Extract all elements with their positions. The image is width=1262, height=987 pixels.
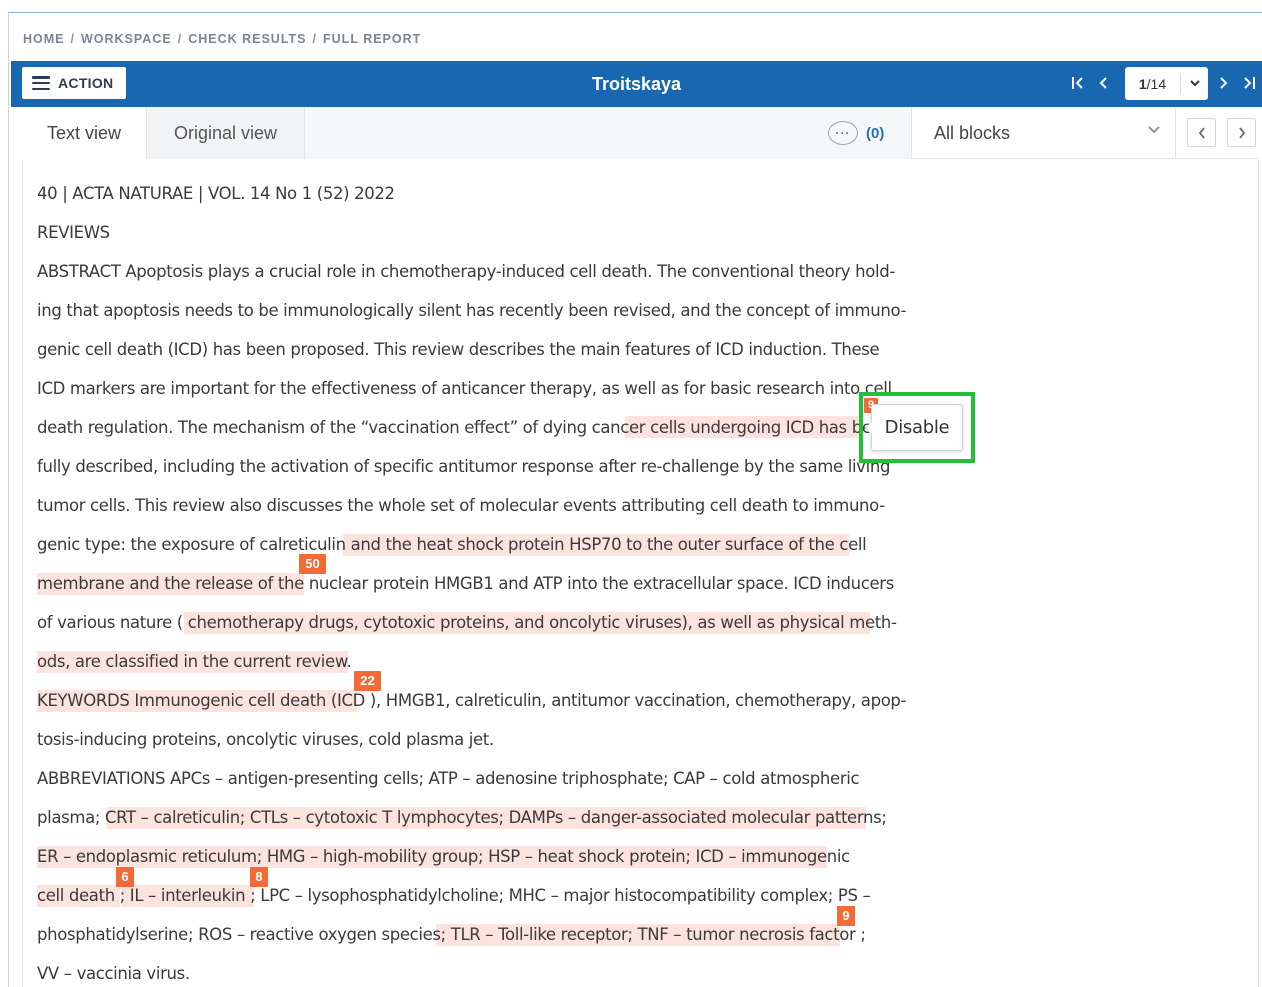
text-line: genic type: the exposure of calreticulin… xyxy=(37,535,867,554)
chevron-right-icon xyxy=(1238,126,1245,139)
last-page-icon[interactable] xyxy=(1241,72,1257,101)
source-badge[interactable]: 8 xyxy=(250,867,268,887)
text-line: plasma; CRT – calreticulin; CTLs – cytot… xyxy=(37,808,887,827)
prev-block-button[interactable] xyxy=(1187,118,1216,147)
first-page-icon[interactable] xyxy=(1070,72,1086,101)
text-line: tosis-inducing proteins, oncolytic virus… xyxy=(37,730,494,749)
tab-text-view[interactable]: Text view xyxy=(22,107,147,159)
next-block-button[interactable] xyxy=(1227,118,1256,147)
disable-match-button[interactable]: Disable xyxy=(865,404,963,451)
text-line: death regulation. The mechanism of the “… xyxy=(37,418,892,437)
page-total: /14 xyxy=(1146,75,1167,92)
text-line: ICD markers are important for the effect… xyxy=(37,379,892,398)
view-tabs-bar: Text view Original view ··· (0) All bloc… xyxy=(22,107,1259,159)
report-toolbar: ACTION Troitskaya 1/14 xyxy=(11,61,1262,107)
prev-page-icon[interactable] xyxy=(1097,72,1109,101)
text-line: phosphatidylserine; ROS – reactive oxyge… xyxy=(37,925,866,944)
comments-count: (0) xyxy=(866,124,885,142)
breadcrumb-full-report: FULL REPORT xyxy=(323,32,422,46)
breadcrumb-separator: / xyxy=(312,32,318,46)
text-line: tumor cells. This review also discusses … xyxy=(37,496,885,515)
text-line: cell death ; IL – interleukin ; LPC – ly… xyxy=(37,886,871,905)
source-badge[interactable]: 9 xyxy=(837,906,855,926)
source-badge[interactable]: 50 xyxy=(299,554,326,574)
text-line: of various nature ( chemotherapy drugs, … xyxy=(37,613,897,632)
action-menu-button[interactable]: ACTION xyxy=(22,67,126,99)
text-line: genic cell death (ICD) has been proposed… xyxy=(37,340,880,359)
tabs-filler xyxy=(305,107,910,159)
text-line: ABSTRACT Apoptosis plays a crucial role … xyxy=(37,262,895,281)
breadcrumb-check-results[interactable]: CHECK RESULTS xyxy=(188,32,306,46)
text-line: ods, are classified in the current revie… xyxy=(37,652,352,671)
source-badge[interactable]: 22 xyxy=(354,671,381,691)
action-label: ACTION xyxy=(58,75,114,91)
text-line: ing that apoptosis needs to be immunolog… xyxy=(37,301,907,320)
text-line: membrane and the release of the nuclear … xyxy=(37,574,894,593)
focus-highlight-frame: Disable xyxy=(859,392,975,463)
chevron-down-icon[interactable] xyxy=(1181,77,1208,91)
breadcrumb-separator: / xyxy=(70,32,75,46)
next-page-icon[interactable] xyxy=(1218,72,1230,101)
chevron-down-icon xyxy=(1147,123,1161,139)
tab-original-view[interactable]: Original view xyxy=(147,107,305,159)
text-line: VV – vaccinia virus. xyxy=(37,964,190,983)
comments-button[interactable]: ··· (0) xyxy=(828,121,884,145)
comment-bubble-icon: ··· xyxy=(828,121,858,145)
text-line: KEYWORDS Immunogenic cell death (ICD ), … xyxy=(37,691,907,710)
text-line: ER – endoplasmic reticulum; HMG – high-m… xyxy=(37,847,850,866)
text-line: REVIEWS xyxy=(37,223,110,242)
source-badge[interactable]: 6 xyxy=(116,867,134,887)
blocks-filter-select[interactable]: All blocks xyxy=(911,107,1176,159)
breadcrumb-home[interactable]: HOME xyxy=(23,32,65,46)
breadcrumb-separator: / xyxy=(177,32,183,46)
text-line: ABBREVIATIONS APCs – antigen-presenting … xyxy=(37,769,860,788)
text-line: fully described, including the activatio… xyxy=(37,457,891,476)
blocks-filter-value: All blocks xyxy=(934,122,1011,143)
text-line: 40 | ACTA NATURAE | VOL. 14 No 1 (52) 20… xyxy=(37,184,395,203)
hamburger-icon xyxy=(32,76,50,90)
page-current: 1 xyxy=(1138,75,1147,92)
breadcrumb-workspace[interactable]: WORKSPACE xyxy=(81,32,172,46)
breadcrumb: HOME / WORKSPACE / CHECK RESULTS / FULL … xyxy=(23,32,421,46)
chevron-left-icon xyxy=(1198,126,1205,139)
page-selector[interactable]: 1/14 xyxy=(1125,67,1208,100)
page-indicator: 1/14 xyxy=(1125,73,1181,94)
